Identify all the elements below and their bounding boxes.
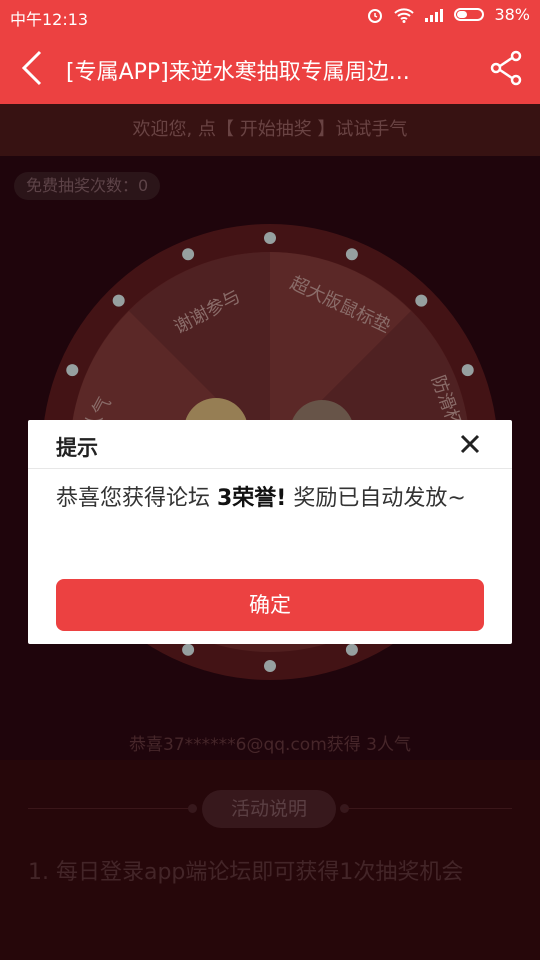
dialog-divider [28, 468, 512, 469]
page-title: [专属APP]来逆水寒抽取专属周边... [66, 60, 410, 85]
status-bar: 中午12:13 38% [0, 0, 540, 32]
alarm-icon [368, 8, 383, 23]
dialog-message-suffix: 奖励已自动发放~ [286, 486, 466, 511]
dialog-prize: 3荣誉! [217, 486, 287, 511]
close-icon[interactable] [458, 432, 482, 456]
dialog-title: 提示 [56, 436, 98, 460]
confirm-button[interactable]: 确定 [56, 579, 484, 631]
prize-dialog: 提示 恭喜您获得论坛 3荣誉! 奖励已自动发放~ 确定 [28, 420, 512, 644]
share-icon[interactable] [488, 50, 524, 86]
status-icons: 38% [366, 5, 530, 24]
battery-percent: 38% [494, 5, 530, 24]
dialog-message-prefix: 恭喜您获得论坛 [56, 486, 217, 511]
status-time: 中午12:13 [10, 10, 89, 29]
back-icon[interactable] [14, 48, 54, 88]
battery-icon [454, 8, 485, 21]
signal-icon [425, 8, 444, 22]
app-bar: [专属APP]来逆水寒抽取专属周边... [0, 32, 540, 104]
dialog-message: 恭喜您获得论坛 3荣誉! 奖励已自动发放~ [56, 482, 486, 516]
wifi-icon [394, 7, 415, 23]
